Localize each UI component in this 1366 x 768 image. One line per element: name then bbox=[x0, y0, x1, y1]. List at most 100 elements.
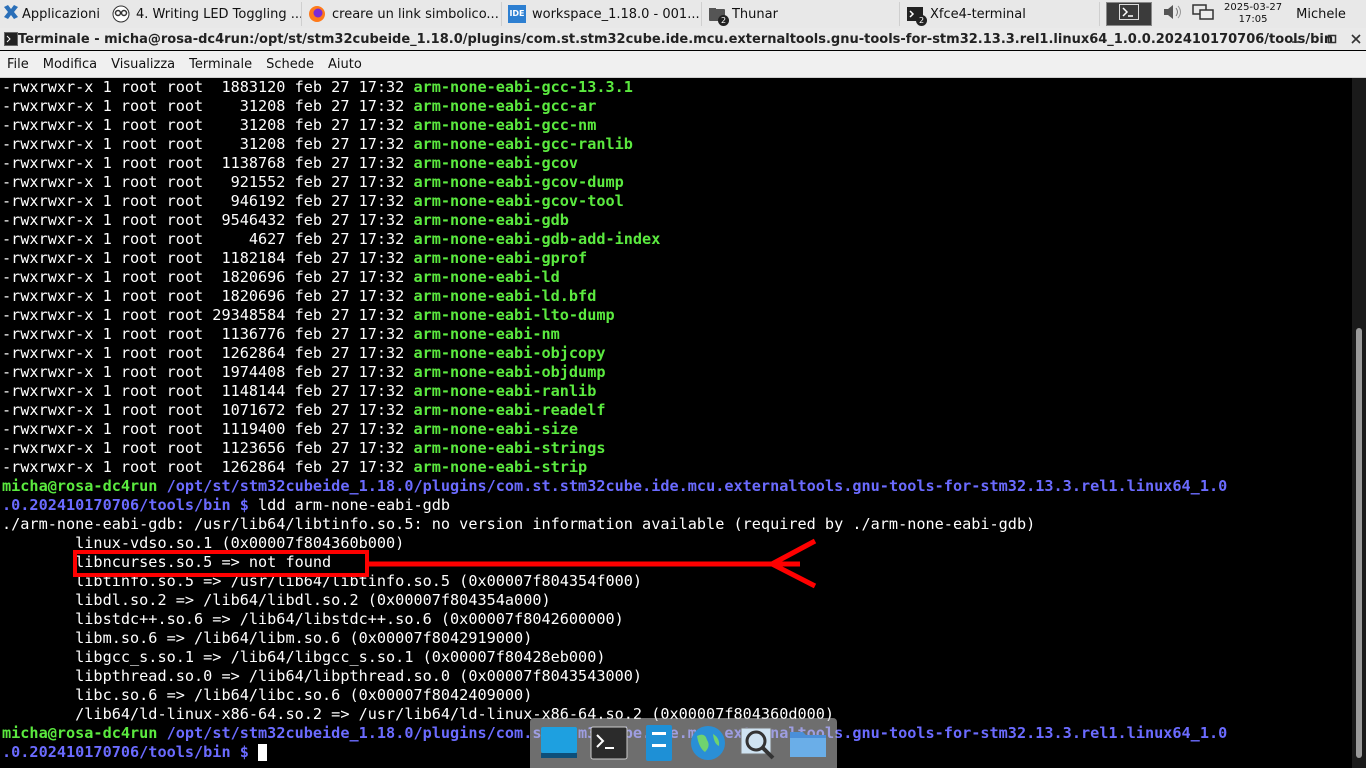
listing-row: -rwxrwxr-x 1 root root 1123656 feb 27 17… bbox=[2, 439, 606, 457]
output-line: libgcc_s.so.1 => /lib64/libgcc_s.so.1 (0… bbox=[2, 648, 606, 666]
terminal-output[interactable]: -rwxrwxr-x 1 root root 1883120 feb 27 17… bbox=[0, 78, 1352, 768]
listing-row: -rwxrwxr-x 1 root root 1119400 feb 27 17… bbox=[2, 420, 579, 438]
folder-icon[interactable] bbox=[787, 722, 829, 764]
listing-row: -rwxrwxr-x 1 root root 1148144 feb 27 17… bbox=[2, 382, 597, 400]
search-icon[interactable] bbox=[737, 722, 779, 764]
desktop-icon[interactable] bbox=[538, 722, 580, 764]
file-name: arm-none-eabi-strip bbox=[413, 458, 588, 476]
listing-row: -rwxrwxr-x 1 root root 1820696 feb 27 17… bbox=[2, 287, 597, 305]
clock[interactable]: 2025-03-27 17:05 bbox=[1224, 2, 1282, 26]
file-name: arm-none-eabi-gcov bbox=[413, 154, 579, 172]
listing-row: -rwxrwxr-x 1 root root 1262864 feb 27 17… bbox=[2, 458, 588, 476]
menu-terminal[interactable]: Terminale bbox=[189, 57, 252, 72]
window-icon bbox=[4, 32, 18, 50]
file-name: arm-none-eabi-gcc-ar bbox=[413, 97, 597, 115]
annotation-arrow-icon bbox=[368, 538, 817, 589]
file-name: arm-none-eabi-gcov-tool bbox=[413, 192, 624, 210]
applications-label: Applicazioni bbox=[22, 6, 100, 22]
prompt-line: .0.202410170706/tools/bin $ ldd arm-none… bbox=[2, 496, 450, 515]
file-name: arm-none-eabi-objcopy bbox=[413, 344, 606, 362]
listing-row: -rwxrwxr-x 1 root root 31208 feb 27 17:3… bbox=[2, 135, 633, 153]
menu-edit[interactable]: Modifica bbox=[43, 57, 97, 72]
output-line: ./arm-none-eabi-gdb: /usr/lib64/libtinfo… bbox=[2, 515, 1036, 533]
window-titlebar[interactable]: Terminale - micha@rosa-dc4run:/opt/st/st… bbox=[0, 28, 1366, 50]
listing-row: -rwxrwxr-x 1 root root 921552 feb 27 17:… bbox=[2, 173, 624, 191]
firefox-icon bbox=[308, 5, 326, 23]
prompt-user: micha@rosa-dc4run bbox=[2, 477, 158, 495]
terminal-scrollbar[interactable] bbox=[1352, 78, 1366, 768]
terminal-icon: 2 bbox=[906, 5, 927, 26]
prompt-line: .0.202410170706/tools/bin $ bbox=[2, 743, 268, 762]
listing-row: -rwxrwxr-x 1 root root 1071672 feb 27 17… bbox=[2, 401, 606, 419]
volume-icon[interactable] bbox=[1162, 3, 1184, 25]
file-name: arm-none-eabi-ld bbox=[413, 268, 560, 286]
taskbar-label: 4. Writing LED Toggling ... bbox=[135, 6, 302, 22]
file-name: arm-none-eabi-lto-dump bbox=[413, 306, 615, 324]
listing-row: -rwxrwxr-x 1 root root 4627 feb 27 17:32… bbox=[2, 230, 661, 248]
command: ldd arm-none-eabi-gdb bbox=[258, 496, 451, 514]
folder-icon: 2 bbox=[708, 5, 729, 26]
file-name: arm-none-eabi-gprof bbox=[413, 249, 588, 267]
prompt-user: micha@rosa-dc4run bbox=[2, 724, 158, 742]
taskbar-item-workspace-ide[interactable]: IDE workspace_1.18.0 - 001... bbox=[502, 2, 702, 26]
network-icon[interactable] bbox=[1192, 3, 1214, 25]
file-name: arm-none-eabi-strings bbox=[413, 439, 606, 457]
file-name: arm-none-eabi-gcov-dump bbox=[413, 173, 624, 191]
scrollbar-thumb[interactable] bbox=[1356, 328, 1362, 758]
output-line: libm.so.6 => /lib64/libm.so.6 (0x00007f8… bbox=[2, 629, 533, 647]
window-count-badge: 2 bbox=[717, 15, 729, 26]
web-browser-icon[interactable] bbox=[687, 722, 729, 764]
terminal-launcher-button[interactable] bbox=[1105, 2, 1152, 26]
user-menu[interactable]: Michele bbox=[1296, 7, 1346, 22]
taskbar-item-firefox[interactable]: creare un link simbolico... bbox=[302, 2, 502, 26]
menu-tabs[interactable]: Schede bbox=[266, 57, 314, 72]
clock-time: 17:05 bbox=[1238, 14, 1268, 25]
menu-file[interactable]: File bbox=[7, 57, 29, 72]
taskbar-label: workspace_1.18.0 - 001... bbox=[531, 6, 700, 22]
window-count-badge: 2 bbox=[915, 15, 927, 26]
taskbar-item-thunar[interactable]: 2 Thunar bbox=[702, 2, 900, 26]
file-name: arm-none-eabi-ranlib bbox=[413, 382, 597, 400]
listing-row: -rwxrwxr-x 1 root root 946192 feb 27 17:… bbox=[2, 192, 624, 210]
text-cursor bbox=[258, 744, 268, 761]
listing-row: -rwxrwxr-x 1 root root 9546432 feb 27 17… bbox=[2, 211, 569, 229]
prompt-path: /opt/st/stm32cubeide_1.18.0/plugins/com.… bbox=[157, 477, 1228, 495]
terminal-icon[interactable] bbox=[588, 722, 630, 764]
file-name: arm-none-eabi-gcc-13.3.1 bbox=[413, 78, 633, 96]
taskbar-label: Xfce4-terminal bbox=[929, 6, 1026, 22]
listing-row: -rwxrwxr-x 1 root root 31208 feb 27 17:3… bbox=[2, 97, 597, 115]
xfce-logo-icon bbox=[3, 4, 19, 24]
output-line: libc.so.6 => /lib64/libc.so.6 (0x00007f8… bbox=[2, 686, 533, 704]
file-name: arm-none-eabi-gcc-nm bbox=[413, 116, 597, 134]
file-name: arm-none-eabi-gdb bbox=[413, 211, 569, 229]
prompt-line: micha@rosa-dc4run /opt/st/stm32cubeide_1… bbox=[2, 477, 1227, 496]
listing-row: -rwxrwxr-x 1 root root 1883120 feb 27 17… bbox=[2, 78, 633, 96]
minimize-button[interactable] bbox=[1286, 28, 1306, 50]
listing-row: -rwxrwxr-x 1 root root 1136776 feb 27 17… bbox=[2, 325, 560, 343]
listing-row: -rwxrwxr-x 1 root root 1182184 feb 27 17… bbox=[2, 249, 588, 267]
taskbar-label: Thunar bbox=[731, 6, 778, 22]
output-line: libpthread.so.0 => /lib64/libpthread.so.… bbox=[2, 667, 643, 685]
prompt-symbol: $ bbox=[230, 496, 259, 514]
window-title: Terminale - micha@rosa-dc4run:/opt/st/st… bbox=[18, 31, 1334, 47]
close-button[interactable] bbox=[1346, 28, 1366, 50]
listing-row: -rwxrwxr-x 1 root root 1138768 feb 27 17… bbox=[2, 154, 579, 172]
maximize-button[interactable] bbox=[1322, 28, 1342, 50]
terminal-icon bbox=[1118, 4, 1139, 24]
listing-row: -rwxrwxr-x 1 root root 1974408 feb 27 17… bbox=[2, 363, 606, 381]
menu-help[interactable]: Aiuto bbox=[328, 57, 362, 72]
clock-date: 2025-03-27 bbox=[1223, 2, 1283, 13]
file-manager-icon[interactable] bbox=[638, 722, 680, 764]
dock bbox=[530, 718, 837, 768]
file-name: arm-none-eabi-gdb-add-index bbox=[413, 230, 661, 248]
file-name: arm-none-eabi-size bbox=[413, 420, 579, 438]
listing-row: -rwxrwxr-x 1 root root 31208 feb 27 17:3… bbox=[2, 116, 597, 134]
taskbar-item-writing-led[interactable]: 4. Writing LED Toggling ... bbox=[106, 2, 302, 26]
output-line: libstdc++.so.6 => /lib64/libstdc++.so.6 … bbox=[2, 610, 624, 628]
menu-view[interactable]: Visualizza bbox=[111, 57, 175, 72]
highlight-box bbox=[73, 550, 369, 577]
taskbar-item-xfce4-terminal[interactable]: 2 Xfce4-terminal bbox=[900, 2, 1100, 26]
listing-row: -rwxrwxr-x 1 root root 1820696 feb 27 17… bbox=[2, 268, 560, 286]
applications-menu[interactable]: Applicazioni bbox=[0, 0, 106, 28]
owl-icon bbox=[112, 5, 130, 23]
